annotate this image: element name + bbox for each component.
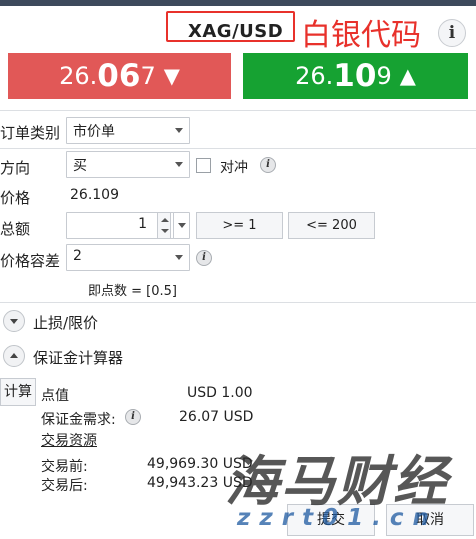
divider	[0, 302, 476, 303]
after-trade-label: 交易后:	[41, 478, 88, 494]
pip-value-label: 点值	[41, 388, 69, 404]
margin-requirement-value: 26.07 USD	[179, 409, 254, 425]
margin-calculator-section[interactable]: 保证金计算器	[33, 347, 123, 368]
buy-price-fraction: 9	[376, 62, 392, 90]
buy-price-button[interactable]: 26. 10 9 ▲	[243, 53, 468, 99]
pips-note: 即点数 = [0.5]	[88, 284, 177, 299]
chevron-down-icon	[10, 319, 18, 324]
chevron-down-icon	[178, 223, 186, 228]
slippage-label: 价格容差	[0, 252, 61, 270]
info-icon[interactable]: i	[438, 19, 466, 47]
chevron-down-icon	[175, 162, 183, 167]
hedge-info-icon[interactable]: i	[260, 157, 276, 173]
calculate-button[interactable]: 计算	[0, 378, 36, 406]
order-type-label: 订单类别	[0, 124, 61, 142]
slippage-info-icon[interactable]: i	[196, 250, 212, 266]
sell-price-fraction: 7	[140, 62, 156, 90]
buy-price-pips: 10	[333, 58, 377, 94]
divider	[0, 110, 476, 111]
min-amount-button[interactable]: >= 1	[196, 212, 283, 239]
before-trade-label: 交易前:	[41, 459, 88, 475]
buy-price-prefix: 26.	[295, 62, 334, 90]
instrument-symbol: XAG/USD	[188, 21, 284, 42]
direction-value: 买	[73, 158, 87, 174]
direction-select[interactable]: 买	[66, 151, 190, 178]
margin-info-icon[interactable]: i	[125, 409, 141, 425]
amount-stepper[interactable]	[157, 212, 171, 239]
direction-label: 方向	[0, 159, 31, 177]
annotation-label: 白银代码	[301, 18, 421, 53]
stop-limit-section[interactable]: 止损/限价	[33, 312, 98, 333]
stepper-up-icon[interactable]	[161, 218, 169, 222]
margin-requirement-label: 保证金需求:	[41, 412, 116, 428]
stepper-down-icon[interactable]	[161, 229, 169, 233]
hedge-label: 对冲	[220, 160, 248, 176]
order-type-select[interactable]: 市价单	[66, 117, 190, 144]
divider	[0, 148, 476, 149]
max-amount-button[interactable]: <= 200	[288, 212, 375, 239]
sell-price-pips: 06	[97, 58, 141, 94]
sell-price-button[interactable]: 26. 06 7 ▼	[8, 53, 231, 99]
down-arrow-icon: ▼	[163, 64, 180, 88]
sell-price-prefix: 26.	[59, 62, 98, 90]
price-value: 26.109	[70, 187, 119, 203]
slippage-value: 2	[73, 248, 82, 264]
chevron-down-icon	[175, 255, 183, 260]
amount-label: 总额	[0, 220, 31, 238]
up-arrow-icon: ▲	[399, 64, 416, 88]
chevron-down-icon	[175, 128, 183, 133]
chevron-up-icon	[10, 353, 18, 358]
watermark-url: zzrt01.cn	[237, 505, 438, 531]
amount-dropdown[interactable]	[173, 212, 190, 239]
amount-value: 1	[138, 216, 147, 232]
collapse-margin-calculator-icon[interactable]	[3, 345, 25, 367]
price-label: 价格	[0, 189, 31, 207]
hedge-checkbox[interactable]	[196, 158, 211, 173]
trading-resources-link[interactable]: 交易资源	[41, 430, 97, 450]
window-top-bar	[0, 0, 476, 6]
order-type-value: 市价单	[73, 124, 115, 140]
expand-stop-limit-icon[interactable]	[3, 310, 25, 332]
slippage-select[interactable]: 2	[66, 244, 190, 271]
pip-value: USD 1.00	[187, 385, 253, 401]
